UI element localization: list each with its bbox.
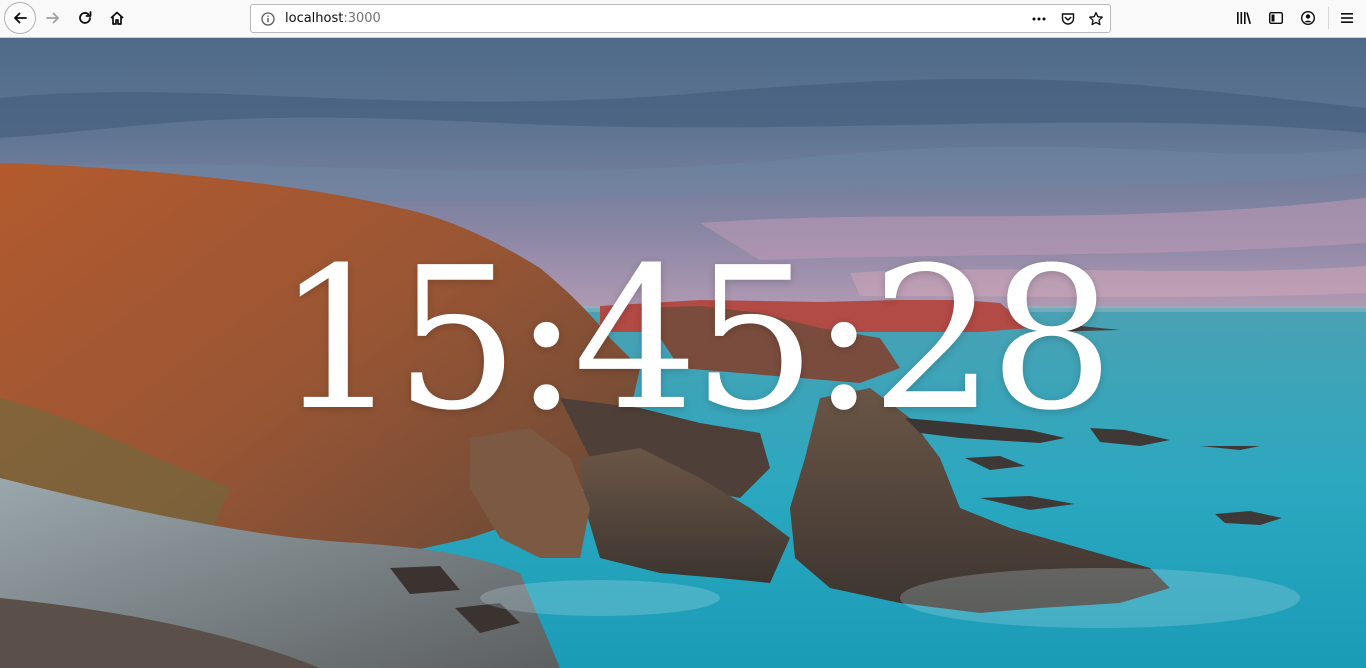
url-port: :3000 (343, 11, 381, 26)
forward-arrow-icon (46, 12, 59, 24)
toolbar-separator (1328, 7, 1329, 29)
more-dots-icon[interactable] (1030, 10, 1048, 28)
url-bar[interactable]: localhost:3000 (250, 4, 1111, 33)
hamburger-menu-icon (1341, 13, 1353, 23)
back-button[interactable] (4, 2, 36, 34)
pocket-icon[interactable] (1059, 10, 1077, 28)
browser-toolbar: localhost:3000 (0, 0, 1366, 38)
info-icon[interactable] (260, 11, 276, 31)
url-text[interactable]: localhost:3000 (285, 10, 381, 27)
reload-icon (79, 11, 92, 24)
star-icon[interactable] (1087, 10, 1105, 28)
home-icon (110, 11, 124, 25)
home-button[interactable] (102, 3, 132, 33)
forward-button[interactable] (38, 3, 68, 33)
reload-button[interactable] (70, 3, 100, 33)
sidebar-icon (1269, 12, 1284, 25)
sidebar-button[interactable] (1261, 3, 1291, 33)
account-icon (1300, 10, 1316, 26)
page-content: 15:45:28 (0, 38, 1366, 668)
back-arrow-icon (14, 12, 27, 24)
url-host: localhost (285, 11, 344, 26)
menu-button[interactable] (1332, 3, 1362, 33)
account-button[interactable] (1293, 3, 1323, 33)
clock-time: 15:45:28 (275, 226, 1114, 454)
library-button[interactable] (1229, 3, 1259, 33)
library-icon (1237, 12, 1251, 25)
